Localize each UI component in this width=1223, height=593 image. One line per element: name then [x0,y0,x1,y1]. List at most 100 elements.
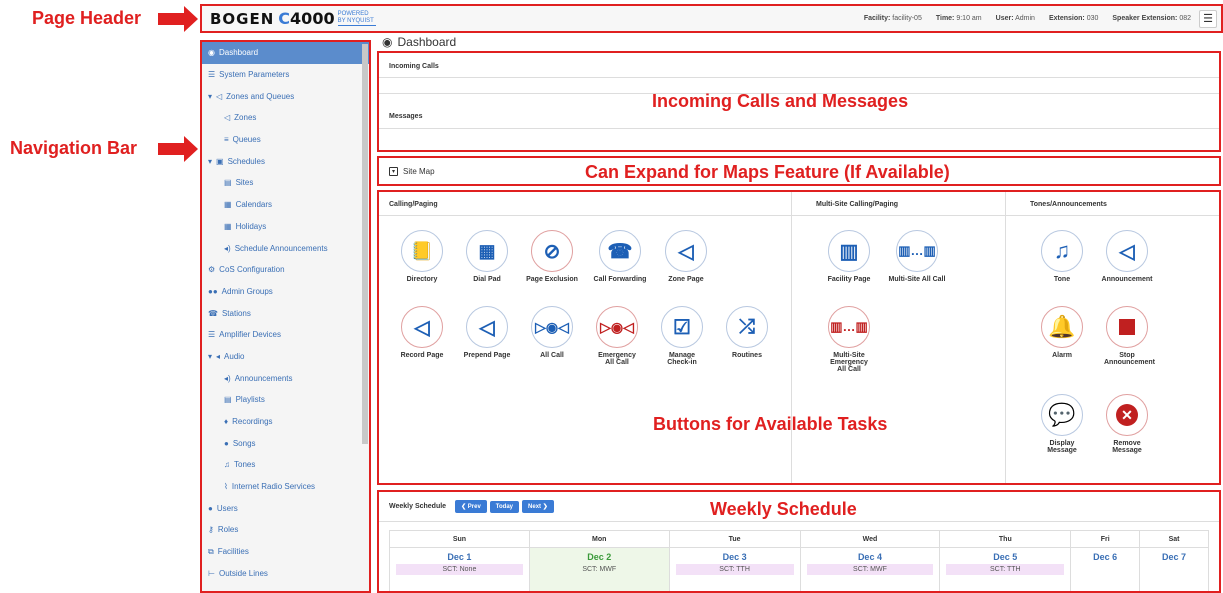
annotation-buttons: Buttons for Available Tasks [653,414,888,434]
remove-message-button[interactable]: ✕ Remove Message [1096,394,1158,454]
sidebar-item-sites[interactable]: ▤ Sites [202,172,370,194]
sct-badge: SCT: TTH [675,564,794,575]
sidebar-item-users[interactable]: ● Users [202,497,370,519]
day-cell[interactable]: Dec 1 SCT: None [389,547,530,593]
megaphone-icon: ◁ [224,113,231,123]
today-button[interactable]: Today [489,500,520,513]
sidebar-item-songs[interactable]: ● Songs [202,432,370,454]
manage-checkin-button[interactable]: ☑ Manage Check-in [651,306,713,366]
annotation-site-map: Can Expand for Maps Feature (If Availabl… [585,162,950,182]
sidebar-item-facilities[interactable]: ⧉ Facilities [202,541,370,563]
sidebar-item-stations[interactable]: ☎ Stations [202,302,370,324]
disc-icon: ● [224,438,229,448]
sidebar-item-amplifier-devices[interactable]: ☰ Amplifier Devices [202,324,370,346]
day-header: Mon [528,530,670,548]
prev-button[interactable]: ❮ Prev [455,500,487,513]
phone-forward-icon: ☎ [607,240,633,263]
dialpad-icon: ▦ [478,240,496,261]
day-header: Tue [668,530,801,548]
annotation-arrow [158,6,198,32]
record-megaphone-icon: ◁ [414,316,430,339]
sidebar-item-recordings[interactable]: ♦ Recordings [202,411,370,433]
calling-paging-title: Calling/Paging [389,201,438,208]
sct-badge: SCT: MWF [582,566,617,573]
sidebar-item-roles[interactable]: ⚷ Roles [202,519,370,541]
building-icon: ▥ [839,240,859,263]
sidebar-item-cos-configuration[interactable]: ⚙ CoS Configuration [202,259,370,281]
navigation-sidebar: ◉ Dashboard ☰ System Parameters ▾ ◁ Zones an… [202,42,370,592]
dial-pad-button[interactable]: ▦ Dial Pad [456,230,518,283]
sidebar-item-calendars[interactable]: ▦ Calendars [202,194,370,216]
page-title: ◉ Dashboard [382,35,457,49]
zone-page-button[interactable]: ◁ Zone Page [655,230,717,283]
annotation-navigation-bar: Navigation Bar [10,138,138,158]
day-cell[interactable]: Dec 7 [1139,547,1209,593]
rss-icon: ⌇ [224,482,228,492]
alarm-button[interactable]: 🔔 Alarm [1031,306,1093,359]
day-cell-today[interactable]: Dec 2 SCT: MWF [528,547,670,593]
sidebar-item-queues[interactable]: ≡ Queues [202,129,370,151]
tone-button[interactable]: ♫ Tone [1031,230,1093,283]
dashboard-icon: ◉ [382,35,393,49]
next-button[interactable]: Next ❯ [522,500,554,513]
sidebar-item-dashboard[interactable]: ◉ Dashboard [202,42,370,64]
sidebar-item-holidays[interactable]: ▦ Holidays [202,216,370,238]
call-forwarding-button[interactable]: ☎ Call Forwarding [589,230,651,283]
emergency-all-call-icon: ▷◉◁ [600,318,634,335]
powered-by: POWERED BY NYQUIST [337,11,376,26]
sidebar-item-zones[interactable]: ◁ Zones [202,107,370,129]
sidebar-item-schedules[interactable]: ▾ ▣ Schedules [202,150,370,172]
all-call-button[interactable]: ▷◉◁ All Call [521,306,583,359]
megaphone-icon: ◁ [216,91,223,101]
speaker-icon: ◂) [224,373,231,383]
hamburger-menu-button[interactable]: ☰ [1199,9,1217,28]
mic-icon: ♦ [224,417,229,427]
caret-down-icon: ▾ [208,156,213,166]
calendar-icon: ▣ [216,156,224,166]
brand-logo: BOGEN [210,9,275,28]
sidebar-item-system-parameters[interactable]: ☰ System Parameters [202,64,370,86]
routines-button[interactable]: ⤮ Routines [716,306,778,359]
prepend-page-button[interactable]: ◁ Prepend Page [456,306,518,359]
announcement-button[interactable]: ◁ Announcement [1096,230,1158,283]
sidebar-item-internet-radio-services[interactable]: ⌇ Internet Radio Services [202,476,370,498]
day-cell[interactable]: Dec 6 [1070,547,1141,593]
sidebar-item-audio[interactable]: ▾ ◂ Audio [202,346,370,368]
sidebar-scrollbar[interactable] [362,44,368,444]
stop-announcement-button[interactable]: Stop Announcement [1096,306,1158,366]
day-cell[interactable]: Dec 5 SCT: TTH [939,547,1072,593]
day-cell[interactable]: Dec 4 SCT: MWF [799,547,941,593]
sidebar-item-admin-groups[interactable]: ●● Admin Groups [202,281,370,303]
caret-down-icon: ▾ [208,351,213,361]
volume-icon: ◂ [216,351,221,361]
annotation-incoming: Incoming Calls and Messages [652,91,909,111]
sidebar-item-zones-and-queues[interactable]: ▾ ◁ Zones and Queues [202,85,370,107]
address-book-icon: 📒 [410,240,434,261]
tones-announcements-title: Tones/Announcements [1030,201,1107,208]
expand-icon[interactable]: ▾ [389,166,398,176]
display-message-button[interactable]: 💬 Display Message [1031,394,1093,454]
key-icon: ⚷ [208,525,214,535]
day-header: Thu [939,530,1072,548]
emergency-all-call-button[interactable]: ▷◉◁ Emergency All Call [586,306,648,366]
sidebar-item-playlists[interactable]: ▤ Playlists [202,389,370,411]
calendar-icon: ▦ [224,200,232,210]
day-cell[interactable]: Dec 3 SCT: TTH [668,547,801,593]
speech-bubble-icon: 💬 [1048,402,1076,427]
directory-button[interactable]: 📒 Directory [391,230,453,283]
sidebar-item-schedule-announcements[interactable]: ◂) Schedule Announcements [202,237,370,259]
playlist-icon: ▤ [224,395,232,405]
sidebar-item-announcements[interactable]: ◂) Announcements [202,367,370,389]
multi-site-all-call-button[interactable]: ▥…▥ Multi-Site All Call [886,230,948,283]
annotation-arrow [158,136,198,162]
sidebar-item-outside-lines[interactable]: ⊢ Outside Lines [202,563,370,585]
multi-site-emergency-button[interactable]: ▥…▥ Multi-Site Emergency All Call [818,306,880,373]
cogs-icon: ⚙ [208,265,216,275]
record-page-button[interactable]: ◁ Record Page [391,306,453,359]
prepend-megaphone-icon: ◁ [479,316,495,339]
facility-page-button[interactable]: ▥ Facility Page [818,230,880,283]
sidebar-item-tones[interactable]: ♫ Tones [202,454,370,476]
site-map-label: Site Map [403,166,435,176]
page-exclusion-button[interactable]: ⊘ Page Exclusion [521,230,583,283]
all-call-icon: ▷◉◁ [535,318,569,335]
